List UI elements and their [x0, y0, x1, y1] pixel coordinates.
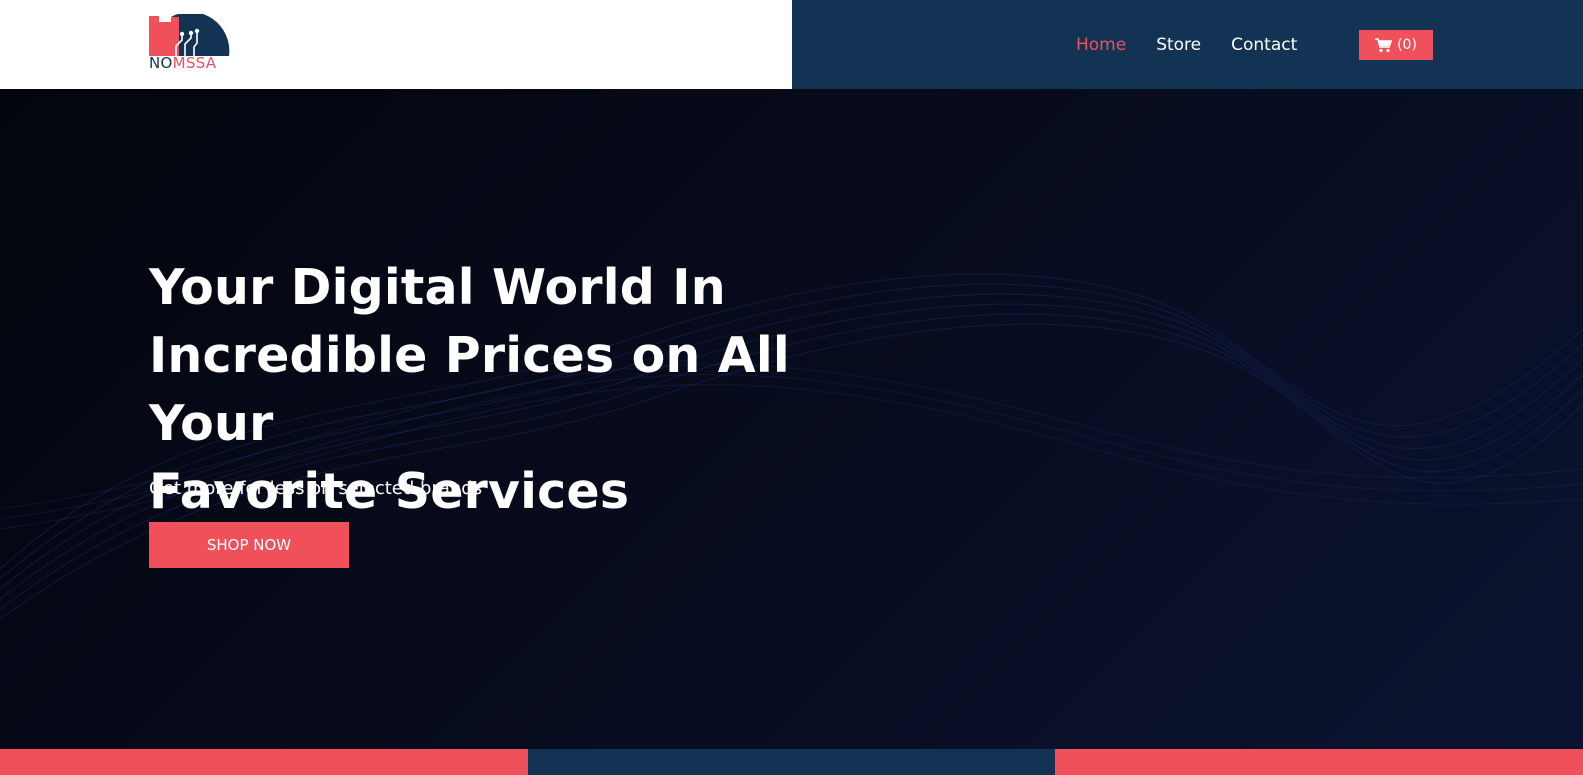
logo-text: NOMSSA	[149, 55, 216, 71]
bottom-color-strip	[0, 749, 1583, 775]
cart-button[interactable]: (0)	[1359, 30, 1433, 60]
nav-home-link[interactable]: Home	[1076, 33, 1126, 57]
shopping-cart-icon	[1375, 37, 1393, 52]
strip-block-left	[0, 749, 528, 775]
hero-subtitle: Get more for less on selected brands	[149, 478, 483, 499]
strip-block-middle	[528, 749, 1055, 775]
site-header: NOMSSA Home Store Contact (0)	[0, 0, 1583, 89]
logo[interactable]: NOMSSA	[149, 14, 231, 74]
main-nav: Home Store Contact	[1076, 33, 1297, 57]
logo-text-no: NO	[149, 54, 173, 72]
strip-block-right	[1055, 749, 1583, 775]
nav-store-link[interactable]: Store	[1156, 33, 1201, 57]
hero-title-line-1: Your Digital World In	[149, 259, 726, 316]
shop-now-button[interactable]: SHOP NOW	[149, 522, 349, 568]
hero-title-line-2: Incredible Prices on All Your	[149, 327, 790, 452]
hero-section: Your Digital World In Incredible Prices …	[0, 89, 1583, 749]
header-nav-panel: Home Store Contact (0)	[792, 0, 1583, 89]
logo-text-mssa: MSSA	[172, 54, 217, 72]
cart-count: (0)	[1397, 37, 1417, 53]
logo-icon	[149, 14, 230, 56]
nav-contact-link[interactable]: Contact	[1231, 33, 1297, 57]
header-left-panel: NOMSSA	[0, 0, 792, 89]
